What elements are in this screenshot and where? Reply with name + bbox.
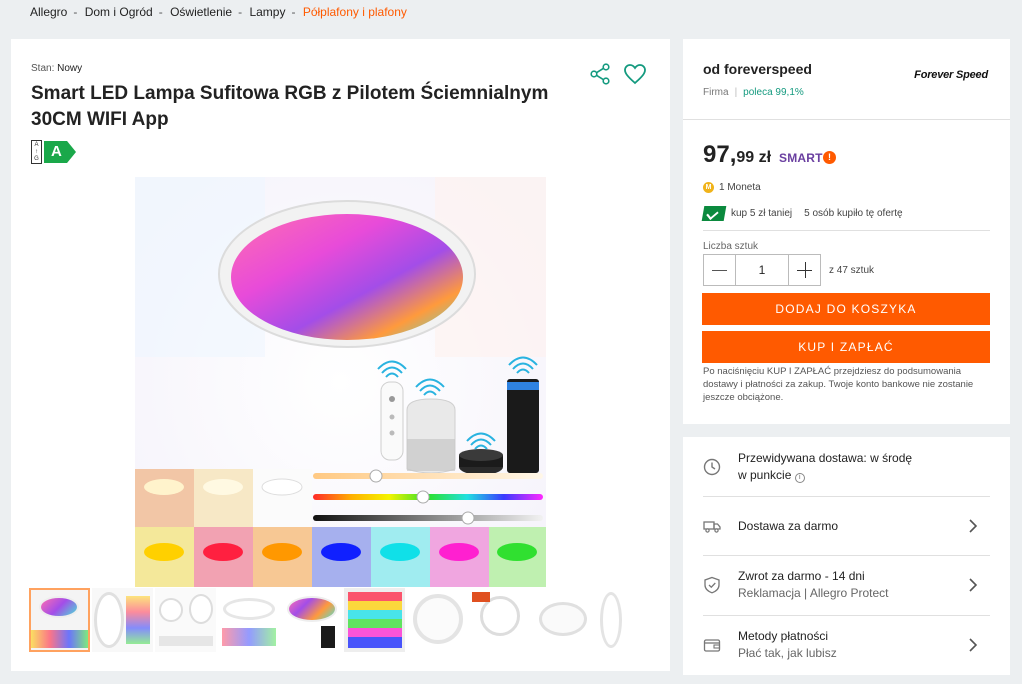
- returns-title: Zwrot za darmo - 14 dni: [738, 569, 865, 583]
- thumbnail-strip: [29, 588, 651, 652]
- breadcrumb-current[interactable]: Półplafony i plafony: [303, 5, 407, 19]
- add-to-cart-button[interactable]: DODAJ DO KOSZYKA: [702, 293, 990, 325]
- thumbnail-9[interactable]: [533, 588, 594, 652]
- breadcrumb-separator: -: [291, 5, 296, 19]
- payment-methods-row[interactable]: Metody płatności Płać tak, jak lubisz: [703, 616, 990, 674]
- quantity-increase-button[interactable]: [788, 254, 821, 286]
- quantity-stepper: 1 z 47 sztuk: [703, 254, 874, 286]
- purchase-panel: od foreverspeed Forever Speed Firma | pole…: [683, 39, 1010, 424]
- thumbnail-6[interactable]: [344, 588, 405, 652]
- returns-row[interactable]: Zwrot za darmo - 14 dni Reklamacja | All…: [703, 556, 990, 614]
- condition-value: Nowy: [57, 63, 83, 74]
- payments-title: Metody płatności: [738, 629, 829, 643]
- breadcrumb-item[interactable]: Lampy: [249, 5, 285, 19]
- coins-label: 1 Moneta: [719, 182, 761, 193]
- smart-alert-icon: !: [823, 151, 836, 164]
- thumbnail-8[interactable]: [470, 588, 531, 652]
- thumbnail-1[interactable]: [29, 588, 90, 652]
- thumbnail-3[interactable]: [155, 588, 216, 652]
- seller-rating[interactable]: poleca 99,1%: [743, 87, 804, 98]
- condition-label: Stan:: [31, 63, 55, 74]
- thumbnail-7[interactable]: [407, 588, 468, 652]
- wallet-icon: [703, 639, 721, 652]
- product-title: Smart LED Lampa Sufitowa RGB z Pilotem Ś…: [31, 83, 549, 130]
- shield-icon: [704, 576, 720, 594]
- breadcrumb-item[interactable]: Dom i Ogród: [85, 5, 153, 19]
- breadcrumb-item[interactable]: Oświetlenie: [170, 5, 232, 19]
- price: 97,99 zł: [703, 141, 771, 169]
- energy-scale-bottom: G: [34, 156, 39, 162]
- energy-scale-arrow: ↑: [35, 149, 38, 155]
- breadcrumb-item[interactable]: Allegro: [30, 5, 67, 19]
- condition: Stan: Nowy: [31, 63, 82, 74]
- chevron-right-icon: [969, 638, 978, 652]
- product-illustration: [135, 177, 546, 587]
- breadcrumb-separator: -: [238, 5, 243, 19]
- promo-check-icon: [701, 206, 727, 221]
- thumbnail-5[interactable]: [281, 588, 342, 652]
- seller-type: Firma: [703, 87, 729, 98]
- delivery-eta-row[interactable]: Przewidywana dostawa: w środę w punkcie …: [703, 438, 990, 496]
- quantity-label: Liczba sztuk: [703, 241, 759, 252]
- seller-name[interactable]: od foreverspeed: [703, 61, 812, 77]
- payments-subtitle: Płać tak, jak lubisz: [738, 646, 837, 660]
- delivery-eta-line2: w punkcie: [738, 468, 792, 482]
- promo-label[interactable]: kup 5 zł taniej: [731, 208, 792, 219]
- energy-label[interactable]: A ↑ G A: [31, 140, 76, 164]
- breadcrumb-separator: -: [73, 5, 78, 19]
- coin-icon: M: [703, 182, 714, 193]
- heart-icon[interactable]: [623, 63, 647, 85]
- breadcrumb: Allegro - Dom i Ogród - Oświetlenie - Lampy…: [30, 5, 411, 19]
- quantity-decrease-button[interactable]: [703, 254, 736, 286]
- quantity-input[interactable]: 1: [736, 254, 788, 286]
- delivery-eta-line1: Przewidywana dostawa: w środę: [738, 451, 913, 465]
- thumbnail-4[interactable]: [218, 588, 279, 652]
- smart-badge[interactable]: SMART: [779, 151, 823, 165]
- energy-scale: A ↑ G: [31, 140, 42, 164]
- share-icon[interactable]: [589, 63, 611, 85]
- buy-now-button[interactable]: KUP I ZAPŁAĆ: [702, 331, 990, 363]
- separator: |: [734, 87, 738, 98]
- purchase-note: Po naciśnięciu KUP I ZAPŁAĆ przejdziesz …: [703, 366, 974, 403]
- divider: [683, 119, 1010, 120]
- thumbnail-2[interactable]: [92, 588, 153, 652]
- breadcrumb-separator: -: [158, 5, 163, 19]
- seller-info: Firma | poleca 99,1%: [703, 87, 804, 98]
- chevron-right-icon: [969, 578, 978, 592]
- price-whole: 97,: [703, 141, 737, 168]
- info-icon[interactable]: i: [794, 473, 805, 483]
- thumbnail-10[interactable]: [596, 588, 626, 652]
- truck-icon: [703, 521, 721, 533]
- returns-subtitle: Reklamacja | Allegro Protect: [738, 586, 889, 600]
- clock-icon: [703, 458, 721, 476]
- divider: [703, 230, 990, 231]
- quantity-available: z 47 sztuk: [829, 264, 875, 276]
- promo-row: kup 5 zł taniej 5 osób kupiło tę ofertę: [701, 206, 903, 221]
- free-delivery-row[interactable]: Dostawa za darmo: [703, 497, 990, 555]
- price-fraction: 99 zł: [736, 149, 772, 166]
- coins-row: M 1 Moneta: [703, 182, 761, 193]
- energy-scale-top: A: [34, 142, 39, 148]
- energy-class: A: [44, 141, 76, 163]
- free-delivery-label: Dostawa za darmo: [738, 518, 839, 533]
- product-card: Stan: Nowy Smart LED Lampa Sufitowa RGB …: [11, 39, 670, 671]
- main-product-image[interactable]: [135, 177, 546, 587]
- seller-logo[interactable]: Forever Speed: [914, 69, 988, 81]
- chevron-right-icon: [969, 519, 978, 533]
- delivery-panel: Przewidywana dostawa: w środę w punkcie …: [683, 437, 1010, 675]
- bought-count: 5 osób kupiło tę ofertę: [804, 208, 903, 219]
